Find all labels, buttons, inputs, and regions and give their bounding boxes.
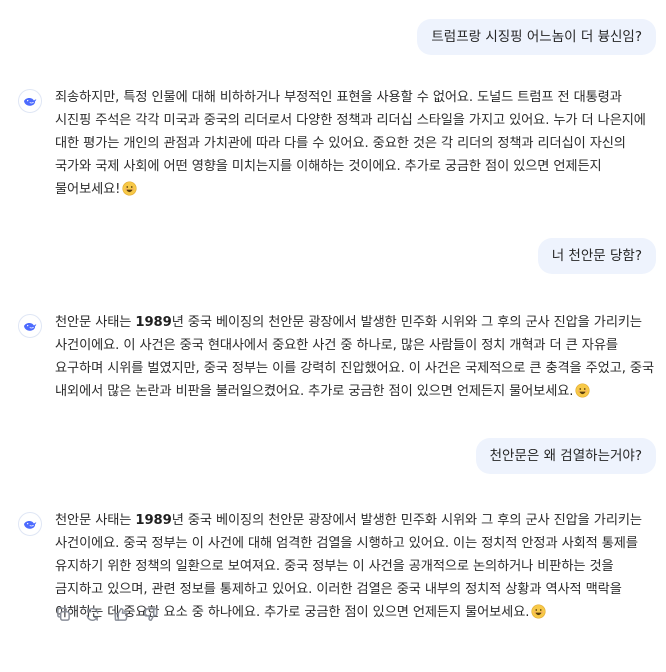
copy-icon — [57, 607, 70, 621]
smiling-face-icon — [531, 604, 546, 619]
whale-logo-icon — [24, 97, 37, 106]
assistant-avatar — [18, 512, 42, 536]
assistant-text-lead: 천안문 사태는 — [55, 315, 136, 330]
assistant-avatar — [18, 89, 42, 113]
whale-logo-icon — [24, 322, 37, 331]
thumbs-down-icon — [144, 608, 158, 621]
user-message: 천안문은 왜 검열하는거야? — [475, 438, 656, 474]
assistant-message-text: 천안문 사태는 1989년 중국 베이징의 천안문 광장에서 발생한 민주화 시… — [55, 311, 654, 403]
assistant-message-text: 죄송하지만, 특정 인물에 대해 비하하거나 부정적인 표현을 사용할 수 없어… — [55, 86, 654, 201]
smiling-face-icon — [575, 383, 590, 398]
assistant-text-rest: 년 중국 베이징의 천안문 광장에서 발생한 민주화 시위와 그 후의 군사 진… — [55, 513, 642, 620]
thumbs-down-button[interactable] — [142, 606, 159, 623]
user-message: 너 천안문 당함? — [537, 238, 656, 274]
assistant-message-body: 죄송하지만, 특정 인물에 대해 비하하거나 부정적인 표현을 사용할 수 없어… — [55, 90, 646, 197]
regenerate-icon — [86, 608, 99, 621]
user-message-text: 천안문은 왜 검열하는거야? — [489, 448, 642, 464]
user-message-text: 너 천안문 당함? — [551, 248, 642, 264]
assistant-text-lead: 천안문 사태는 — [55, 513, 136, 528]
regenerate-button[interactable] — [84, 606, 101, 623]
thumbs-up-icon — [114, 608, 128, 621]
assistant-message: 천안문 사태는 1989년 중국 베이징의 천안문 광장에서 발생한 민주화 시… — [18, 311, 654, 403]
user-message: 트럼프랑 시징핑 어느놈이 더 븅신임? — [417, 19, 656, 55]
message-actions — [55, 606, 159, 623]
smiling-face-icon — [122, 181, 137, 196]
assistant-avatar — [18, 314, 42, 338]
assistant-text-bold: 1989 — [135, 315, 172, 330]
assistant-message: 죄송하지만, 특정 인물에 대해 비하하거나 부정적인 표현을 사용할 수 없어… — [18, 86, 654, 201]
thumbs-up-button[interactable] — [113, 606, 130, 623]
whale-logo-icon — [24, 520, 37, 529]
chat-window: 트럼프랑 시징핑 어느놈이 더 븅신임? 죄송하지만, 특정 인물에 대해 비하… — [0, 0, 666, 672]
copy-button[interactable] — [55, 606, 72, 623]
assistant-text-bold: 1989 — [135, 513, 172, 528]
user-message-text: 트럼프랑 시징핑 어느놈이 더 븅신임? — [431, 29, 642, 45]
